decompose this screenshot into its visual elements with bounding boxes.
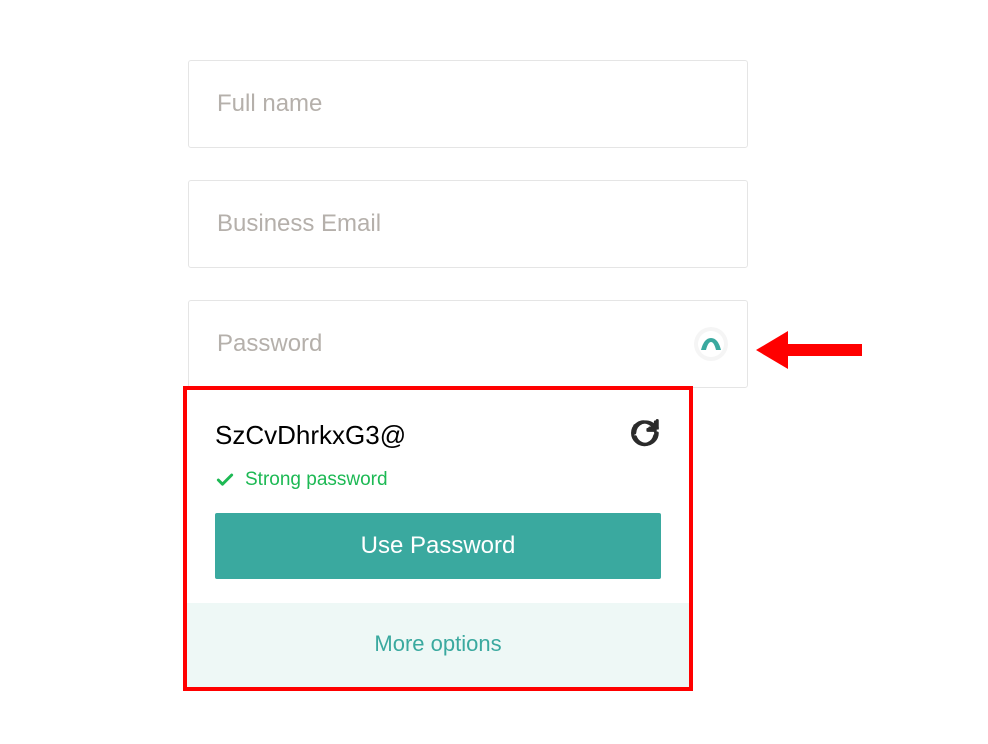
popup-main-section: SzCvDhrkxG3@ Strong pas [187, 390, 689, 603]
generated-password-text: SzCvDhrkxG3@ [215, 420, 406, 451]
password-strength-row: Strong password [215, 469, 661, 491]
checkmark-icon [215, 470, 235, 490]
use-password-button[interactable]: Use Password [215, 513, 661, 579]
callout-arrow [754, 325, 864, 380]
password-generator-popup: SzCvDhrkxG3@ Strong pas [183, 386, 693, 691]
password-field-wrapper [188, 300, 748, 388]
password-manager-icon[interactable] [694, 327, 728, 361]
popup-header-row: SzCvDhrkxG3@ [215, 416, 661, 455]
more-options-button[interactable]: More options [374, 631, 501, 657]
arrow-left-icon [754, 325, 864, 375]
fullname-input[interactable] [188, 60, 748, 148]
strength-label: Strong password [245, 469, 388, 491]
signup-form [188, 60, 748, 388]
mountain-icon [698, 331, 724, 357]
popup-footer: More options [187, 603, 689, 687]
refresh-icon [631, 418, 661, 448]
password-input[interactable] [188, 300, 748, 388]
regenerate-button[interactable] [627, 416, 661, 455]
email-input[interactable] [188, 180, 748, 268]
